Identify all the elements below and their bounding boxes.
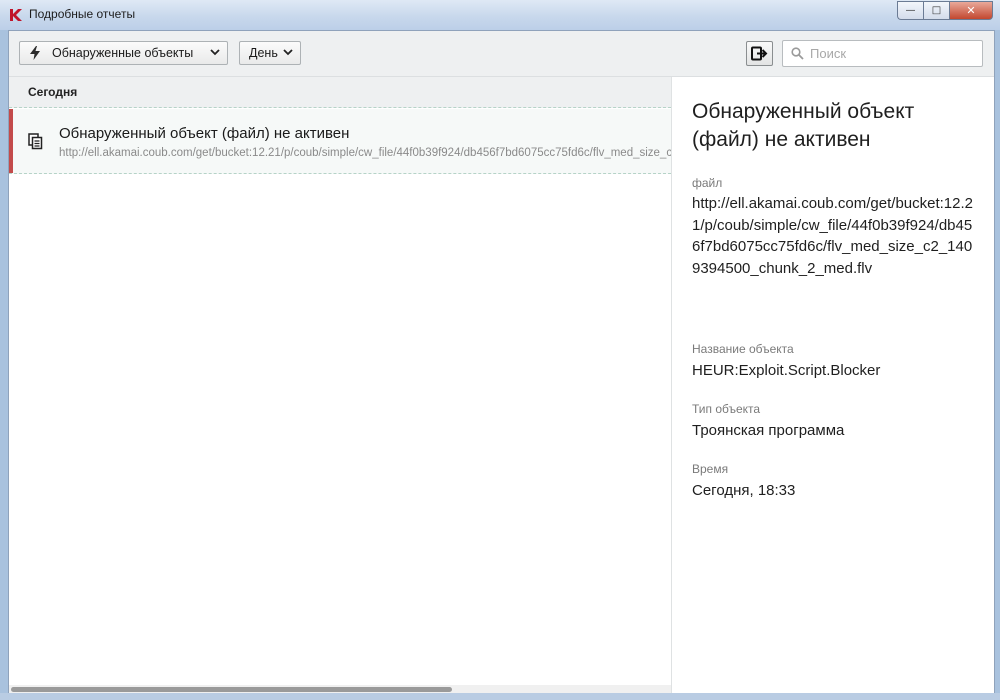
object-name-value: HEUR:Exploit.Script.Blocker xyxy=(692,362,881,379)
title-bar[interactable]: Подробные отчеты — □ ✕ xyxy=(0,0,1000,30)
period-dropdown-label: День xyxy=(249,46,278,60)
close-icon: ✕ xyxy=(966,4,976,17)
maximize-button[interactable]: □ xyxy=(923,1,949,20)
status-marker xyxy=(9,109,13,173)
time-label: Время xyxy=(692,462,729,476)
list-item[interactable]: Обнаруженный объект (файл) не активен ht… xyxy=(9,109,671,174)
search-icon xyxy=(791,47,804,60)
group-header-today: Сегодня xyxy=(9,77,671,108)
list-item-title: Обнаруженный объект (файл) не активен xyxy=(59,125,350,142)
report-window: Подробные отчеты — □ ✕ Обнаруженные объе… xyxy=(0,0,1000,700)
window-title: Подробные отчеты xyxy=(29,7,136,21)
object-type-value: Троянская программа xyxy=(692,422,845,439)
maximize-icon: □ xyxy=(931,5,942,16)
kaspersky-logo-icon xyxy=(9,8,23,22)
chevron-down-icon xyxy=(283,47,293,59)
close-button[interactable]: ✕ xyxy=(949,1,993,20)
chevron-down-icon xyxy=(210,47,220,59)
search-input[interactable] xyxy=(810,46,980,61)
filter-dropdown-label: Обнаруженные объекты xyxy=(52,46,194,60)
file-value: http://ell.akamai.coub.com/get/bucket:12… xyxy=(692,195,973,277)
export-icon xyxy=(751,46,768,61)
group-label: Сегодня xyxy=(28,85,78,99)
scrollbar-thumb[interactable] xyxy=(11,687,452,692)
content-frame: Обнаруженные объекты День Поиск Сегодня … xyxy=(8,30,995,695)
object-type-label: Тип объекта xyxy=(692,402,761,416)
time-value: Сегодня, 18:33 xyxy=(692,482,796,499)
object-name-label: Название объекта xyxy=(692,342,794,356)
minimize-icon: — xyxy=(905,5,916,16)
lightning-icon xyxy=(30,46,41,60)
export-button[interactable] xyxy=(746,41,773,66)
window-controls: — □ ✕ xyxy=(897,1,993,20)
detail-title: Обнаруженный объект (файл) не активен xyxy=(692,100,915,151)
toolbar: Обнаруженные объекты День xyxy=(9,31,994,77)
minimize-button[interactable]: — xyxy=(897,1,923,20)
file-label: файл xyxy=(692,176,723,190)
file-copy-icon xyxy=(28,133,44,151)
filter-dropdown[interactable]: Обнаруженные объекты xyxy=(19,41,228,65)
list-item-subtitle: http://ell.akamai.coub.com/get/bucket:12… xyxy=(59,147,671,159)
report-list: Сегодня Обнаруженный объект (файл) не ак… xyxy=(9,77,671,694)
window-bottom-border xyxy=(0,693,1000,700)
period-dropdown[interactable]: День xyxy=(239,41,301,65)
search-box[interactable] xyxy=(782,40,983,67)
detail-panel: Обнаруженный объект (файл) не активен фа… xyxy=(672,77,994,694)
